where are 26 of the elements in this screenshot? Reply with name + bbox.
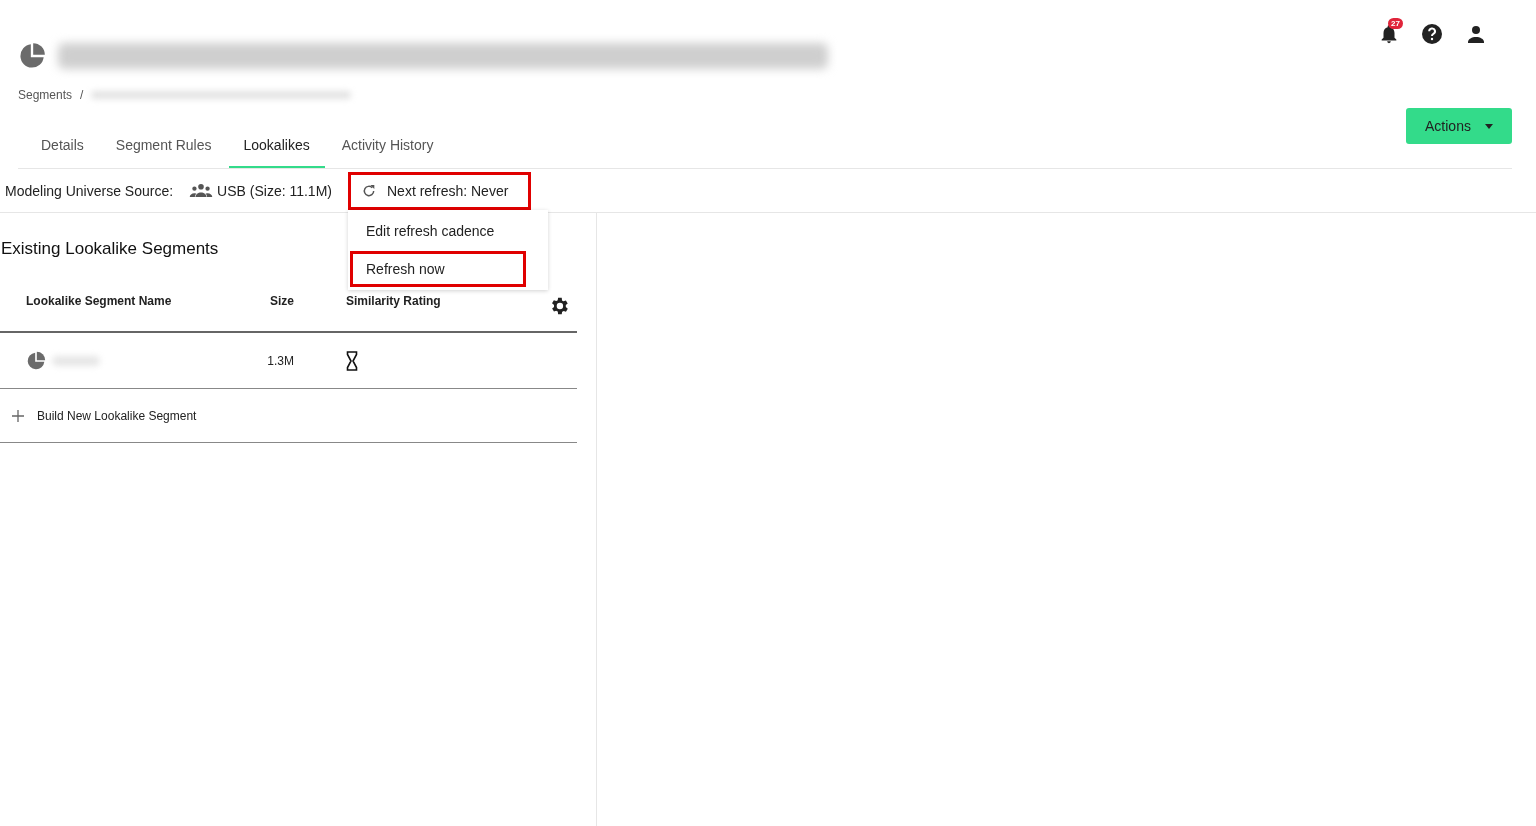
tab[interactable]: Activity History <box>326 137 449 168</box>
column-header: Similarity Rating <box>345 294 441 308</box>
help-icon[interactable] <box>1420 22 1444 46</box>
source-label: Modeling Universe Source: <box>5 182 174 199</box>
people-icon <box>189 183 214 198</box>
tab[interactable]: Segment Rules <box>100 137 227 168</box>
breadcrumb-link[interactable]: Segments <box>18 88 73 102</box>
tab[interactable]: Lookalikes <box>228 137 325 168</box>
source-value: USB (Size: 11.1M) <box>217 182 332 199</box>
next-refresh-button[interactable]: Next refresh: Never <box>348 171 532 210</box>
plus-icon <box>12 409 24 422</box>
breadcrumb-separator: / <box>80 88 84 102</box>
build-new-button[interactable]: Build New Lookalike Segment <box>0 389 577 443</box>
table-cell-text: 1.3M <box>266 353 294 368</box>
menu-item[interactable]: Refresh now <box>350 250 526 287</box>
menu-item[interactable]: Edit refresh cadence <box>350 212 526 249</box>
column-header: Size <box>269 294 294 308</box>
refresh-icon <box>361 182 377 199</box>
tab[interactable]: Details <box>26 137 99 168</box>
section-title: Existing Lookalike Segments <box>1 239 219 259</box>
pie-chart-icon <box>26 350 46 371</box>
pie-chart-icon <box>18 42 46 70</box>
caret-icon <box>1484 123 1493 129</box>
column-header: Lookalike Segment Name <box>25 294 173 308</box>
actions-button[interactable]: Actions <box>1406 108 1512 144</box>
notification-badge: 27 <box>1388 18 1403 29</box>
